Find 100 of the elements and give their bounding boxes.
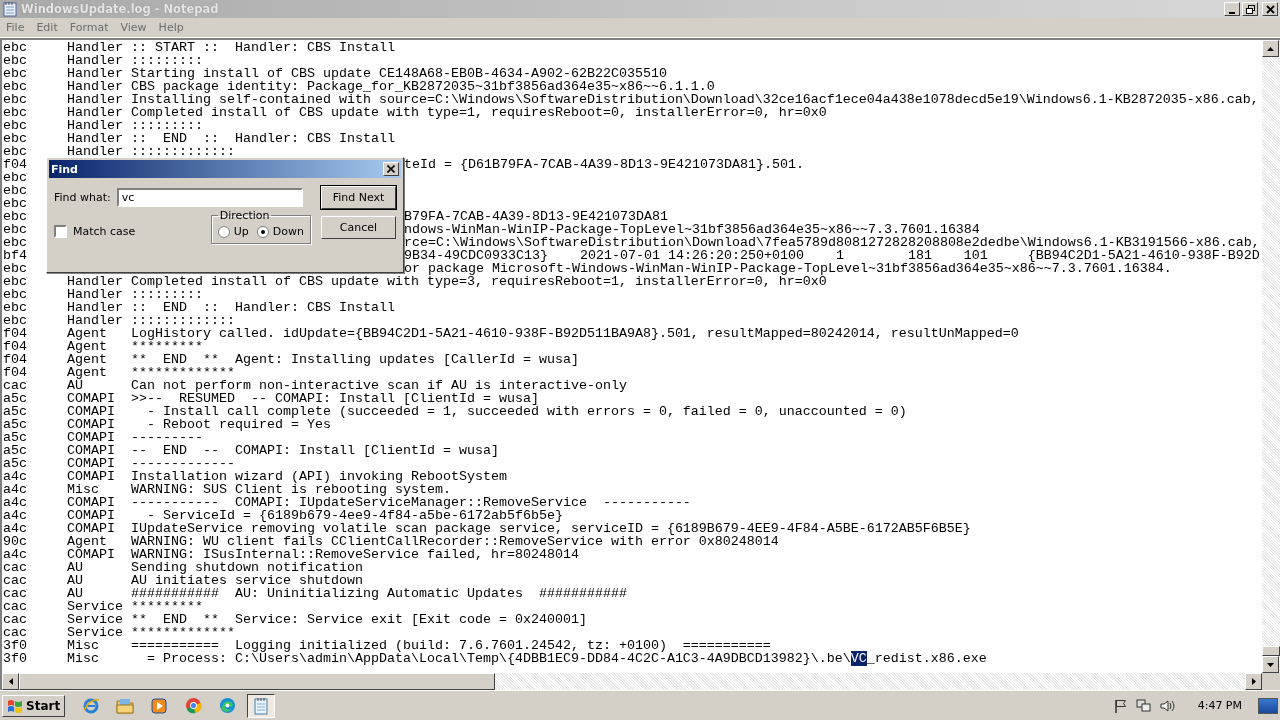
show-desktop-button[interactable] <box>1258 697 1278 714</box>
thread-id: a4c <box>3 548 28 561</box>
log-component: COMAPI <box>67 444 116 457</box>
log-component: Agent <box>67 340 108 353</box>
log-message: ::::::::: <box>131 54 203 67</box>
clock[interactable]: 4:47 PM <box>1197 699 1242 712</box>
direction-radio[interactable]: Down <box>256 225 304 238</box>
log-component: COMAPI <box>67 509 116 522</box>
log-message: -- END -- COMAPI: Install [ClientId = wusa] <box>131 444 499 457</box>
horizontal-scrollbar[interactable] <box>2 673 1262 690</box>
thread-id: ebc <box>3 54 28 67</box>
log-message: ::::::::::::: <box>131 145 235 158</box>
log-component: Service <box>67 613 124 626</box>
log-message: ************* <box>131 366 235 379</box>
thread-id: cac <box>3 379 28 392</box>
thread-id: a5c <box>3 444 28 457</box>
log-component: COMAPI <box>67 431 116 444</box>
media-player-icon <box>151 697 168 714</box>
thread-id: ebc <box>3 132 28 145</box>
log-component: AU <box>67 561 84 574</box>
dialog-button[interactable]: Cancel <box>321 216 396 239</box>
log-component: Service <box>67 600 124 613</box>
thread-id: a4c <box>3 522 28 535</box>
log-message: ::::::::::::: <box>131 314 235 327</box>
log-component: Handler <box>67 41 124 54</box>
thread-id: a5c <box>3 418 28 431</box>
thread-id: ebc <box>3 145 28 158</box>
log-message: Starting install of CBS update CE148A68-EB0B-4634-A902-62B22C035510 <box>131 67 667 80</box>
log-message: WARNING: WU client fails CClientCallRecorder::RemoveService with error 0x80248014 <box>131 535 779 548</box>
taskbar-button[interactable] <box>247 693 276 718</box>
log-message: :: END :: Handler: CBS Install <box>131 132 395 145</box>
thread-id: ebc <box>3 80 28 93</box>
log-component: Handler <box>67 145 124 158</box>
vertical-scrollbar[interactable] <box>1262 40 1280 673</box>
folder-icon <box>116 697 135 714</box>
thread-id: ebc <box>3 236 28 249</box>
minimize-button[interactable] <box>1224 2 1240 16</box>
browser-icon <box>82 696 101 715</box>
thread-id: ebc <box>3 301 28 314</box>
log-component: Handler <box>67 132 124 145</box>
thread-id: 3f0 <box>3 652 28 665</box>
thread-id: ebc <box>3 119 28 132</box>
restore-button[interactable] <box>1242 2 1258 16</box>
menu-item[interactable]: Format <box>63 21 115 34</box>
log-message: ::::::::: <box>131 288 203 301</box>
log-component: Agent <box>67 327 108 340</box>
thread-id: ebc <box>3 223 28 236</box>
log-component: Handler <box>67 301 124 314</box>
menu-item[interactable]: View <box>114 21 153 34</box>
thread-id: ebc <box>3 41 28 54</box>
find-field[interactable]: vc <box>116 188 303 207</box>
log-message: ------------- <box>131 457 235 470</box>
log-component: COMAPI <box>67 522 116 535</box>
flag-icon[interactable] <box>1113 698 1128 713</box>
thread-id: cac <box>3 626 28 639</box>
log-text: teId = {D61B79FA-7CAB-4A39-8D13-9E421073DA81}.501. <box>404 158 804 171</box>
log-message: --------- <box>131 431 203 444</box>
thread-id: ebc <box>3 106 28 119</box>
direction-radio[interactable]: Up <box>217 225 249 238</box>
thread-id: 3f0 <box>3 639 28 652</box>
thread-id: a4c <box>3 483 28 496</box>
thread-id: a5c <box>3 457 28 470</box>
speaker-icon[interactable] <box>1159 698 1176 713</box>
match-case-checkbox[interactable]: Match case <box>54 225 136 238</box>
scroll-thumb[interactable] <box>19 673 495 690</box>
log-component: Handler <box>67 288 124 301</box>
restore-icon <box>1245 5 1255 14</box>
log-text: or package Microsoft-Windows-WinMan-WinIP-Package-TopLevel~31bf3856ad364e35~x86~~7.3.7601.16384. <box>404 262 1172 275</box>
log-message: ********* <box>131 600 203 613</box>
scroll-thumb[interactable] <box>1262 646 1280 656</box>
log-message: WARNING: ISusInternal::RemoveService failed, hr=80248014 <box>131 548 579 561</box>
log-component: AU <box>67 587 84 600</box>
thread-id: cac <box>3 561 28 574</box>
network-icon[interactable] <box>1135 698 1152 713</box>
log-component: Agent <box>67 366 108 379</box>
thread-id: a5c <box>3 405 28 418</box>
minimize-icon <box>1229 12 1235 14</box>
close-button[interactable] <box>383 162 399 176</box>
close-button[interactable] <box>1262 2 1278 16</box>
log-message: :: START :: Handler: CBS Install <box>131 41 395 54</box>
thread-id: 90c <box>3 535 28 548</box>
notepad-icon <box>3 1 17 17</box>
log-message: Sending shutdown notification <box>131 561 363 574</box>
browser-icon <box>184 697 202 714</box>
start-button[interactable]: Start <box>2 694 66 717</box>
thread-id: ebc <box>3 314 28 327</box>
log-message: WARNING: SUS Client is rebooting system. <box>131 483 451 496</box>
log-component: Handler <box>67 54 124 67</box>
log-text: 9B34-49CDC0933C13} 2021-07-01 14:26:20:250+0100 1 181 101 {BB94C2D1-5A21-4610-938F-B92D <box>404 249 1260 262</box>
dialog-button[interactable]: Find Next <box>321 186 396 209</box>
thread-id: ebc <box>3 171 28 184</box>
group-label: Direction <box>218 209 271 222</box>
thread-id: ebc <box>3 262 28 275</box>
log-message: ** END ** Service: Service exit [Exit code = 0x240001] <box>131 613 587 626</box>
log-text: B79FA-7CAB-4A39-8D13-9E421073DA81 <box>404 210 668 223</box>
log-message: AU initiates service shutdown <box>131 574 363 587</box>
log-component: COMAPI <box>67 457 116 470</box>
log-message: LogHistory called. idUpdate={BB94C2D1-5A21-4610-938F-B92D511BA9A8}.501, resultMapped=80242014, resultUnMapped=0 <box>131 327 1019 340</box>
menu-item[interactable]: File <box>0 21 31 34</box>
log-component: Handler <box>67 119 124 132</box>
